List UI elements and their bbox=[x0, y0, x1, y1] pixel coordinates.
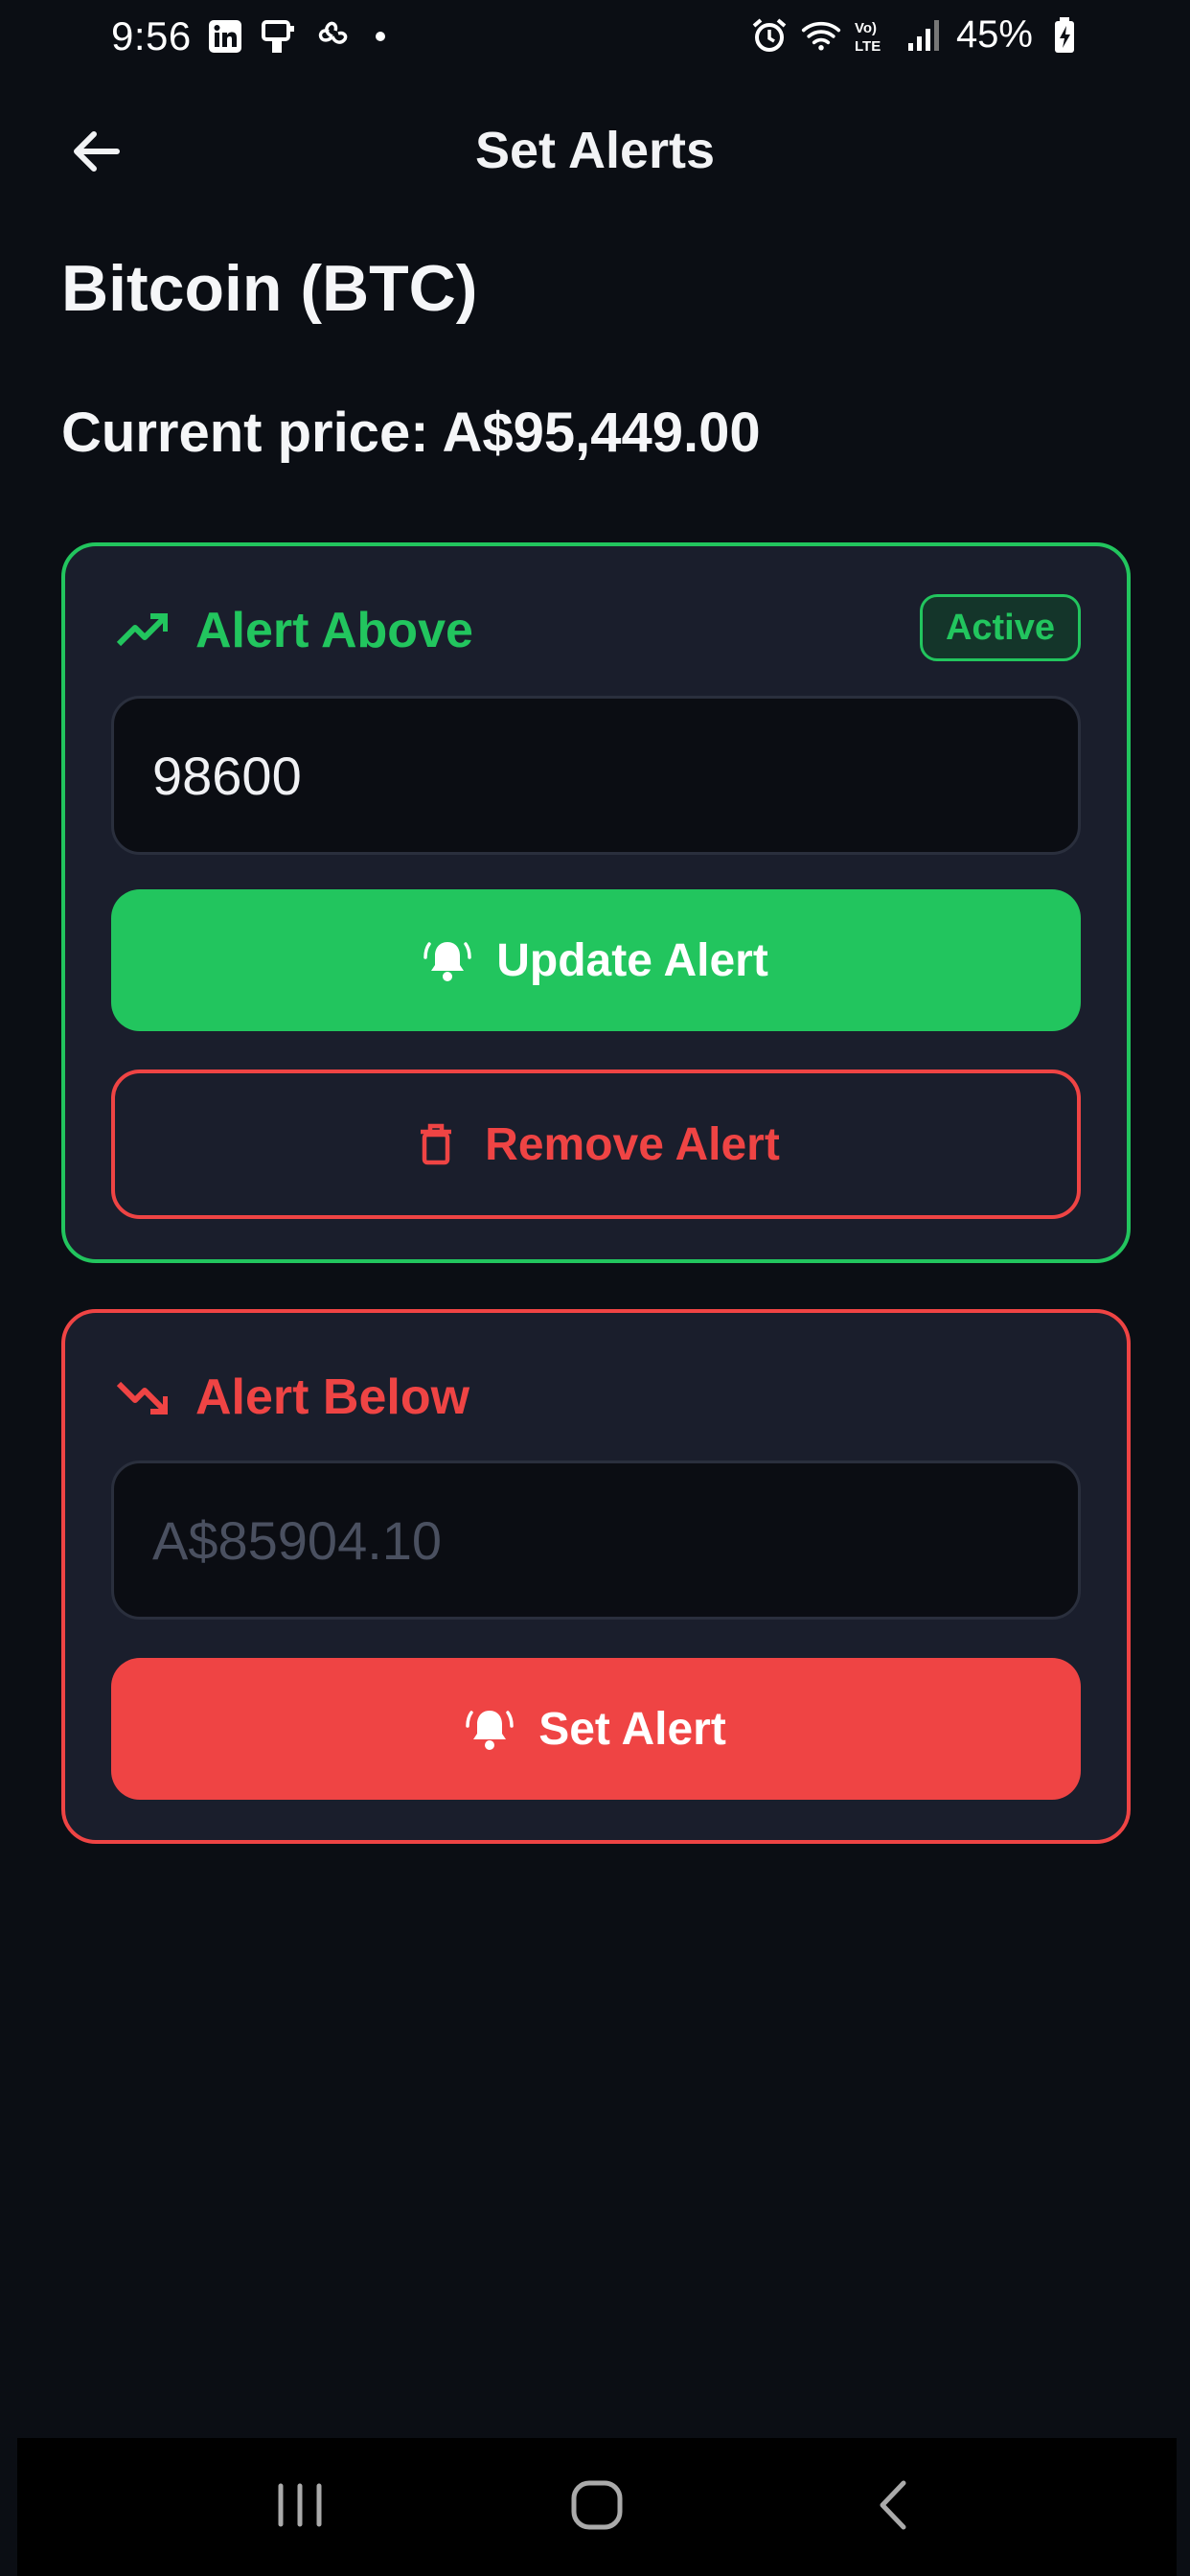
trash-icon bbox=[412, 1120, 460, 1168]
set-alert-label: Set Alert bbox=[538, 1703, 726, 1755]
wifi-icon bbox=[801, 15, 841, 56]
alert-below-header: Alert Below bbox=[115, 1368, 469, 1426]
fan-icon bbox=[312, 16, 353, 57]
alert-below-label: Alert Below bbox=[195, 1369, 470, 1425]
trending-up-icon bbox=[115, 604, 169, 657]
current-price: Current price: A$95,449.00 bbox=[61, 402, 761, 464]
home-icon bbox=[570, 2478, 624, 2537]
bell-ring-icon bbox=[423, 936, 471, 984]
alert-above-card: Alert Above Active Update Alert Remove A… bbox=[61, 542, 1131, 1263]
bell-ring-icon bbox=[466, 1705, 514, 1753]
remove-alert-label: Remove Alert bbox=[485, 1118, 780, 1170]
remove-alert-button[interactable]: Remove Alert bbox=[111, 1070, 1081, 1219]
recent-apps-icon bbox=[273, 2481, 327, 2534]
coin-name: Bitcoin (BTC) bbox=[61, 252, 478, 325]
update-alert-label: Update Alert bbox=[496, 934, 768, 986]
alert-above-input[interactable] bbox=[111, 696, 1081, 855]
status-right: Vo) LTE 45% bbox=[749, 13, 1085, 57]
system-nav-bar bbox=[17, 2438, 1177, 2576]
linkedin-icon bbox=[205, 16, 245, 57]
status-time: 9:56 bbox=[111, 13, 192, 58]
signal-icon bbox=[904, 15, 945, 56]
status-badge: Active bbox=[919, 594, 1081, 661]
volte-icon: Vo) LTE bbox=[853, 15, 893, 56]
alert-above-label: Alert Above bbox=[195, 603, 473, 658]
alarm-icon bbox=[749, 15, 790, 56]
trending-down-icon bbox=[115, 1370, 169, 1424]
svg-text:Vo): Vo) bbox=[855, 20, 877, 36]
status-bar: 9:56 Vo) LTE 45% bbox=[0, 0, 1190, 82]
battery-charging-icon bbox=[1044, 15, 1085, 56]
svg-text:LTE: LTE bbox=[855, 38, 881, 55]
screen: 9:56 Vo) LTE 45% Set Alerts Bitcoin (BTC… bbox=[0, 0, 1190, 2576]
update-alert-button[interactable]: Update Alert bbox=[111, 889, 1081, 1031]
status-left: 9:56 bbox=[111, 13, 385, 59]
back-icon bbox=[875, 2478, 913, 2537]
home-button[interactable] bbox=[549, 2459, 645, 2555]
notification-dot bbox=[375, 32, 385, 41]
nav-back-button[interactable] bbox=[846, 2459, 942, 2555]
alert-below-input[interactable] bbox=[111, 1460, 1081, 1620]
alert-above-header: Alert Above bbox=[115, 602, 473, 659]
set-alert-button[interactable]: Set Alert bbox=[111, 1658, 1081, 1800]
battery-percent: 45% bbox=[955, 13, 1033, 56]
page-title: Set Alerts bbox=[474, 122, 716, 179]
app-icon bbox=[259, 16, 299, 57]
alert-below-card: Alert Below Set Alert bbox=[61, 1309, 1131, 1844]
recent-apps-button[interactable] bbox=[252, 2459, 348, 2555]
